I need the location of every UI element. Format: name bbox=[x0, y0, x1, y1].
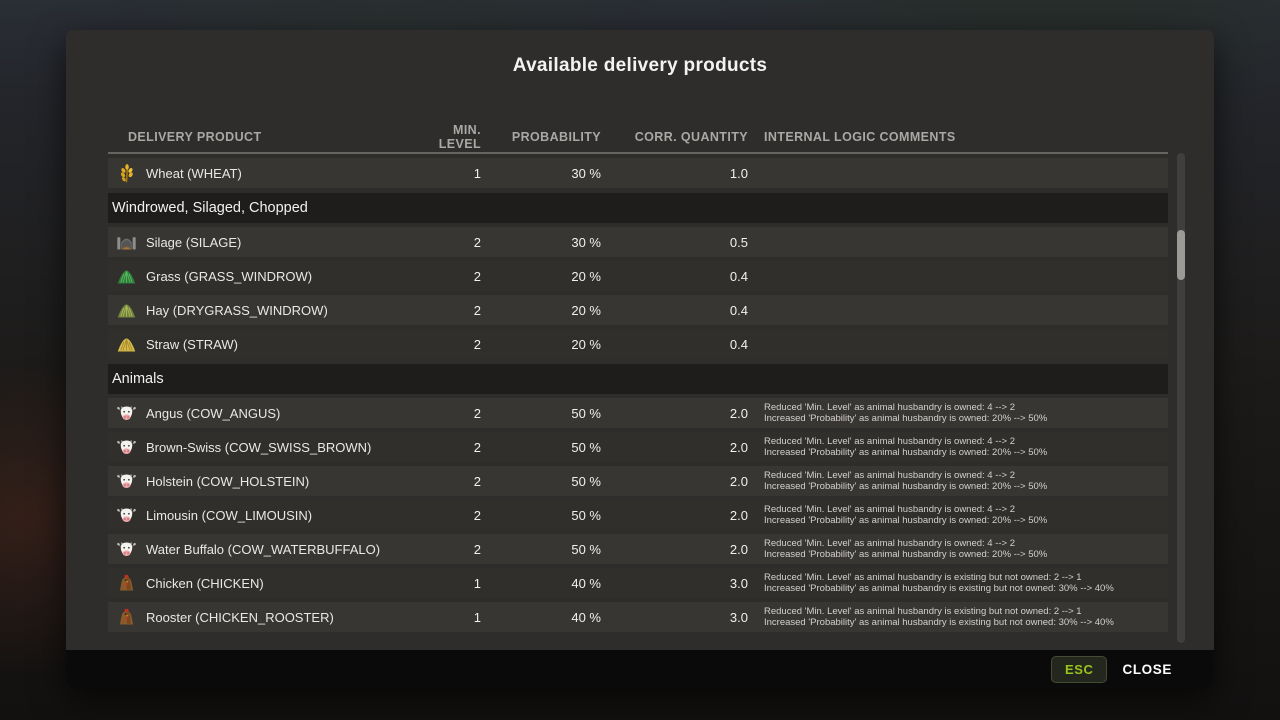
product-icon bbox=[116, 573, 137, 594]
column-header-min-level: MIN. LEVEL bbox=[408, 123, 481, 151]
internal-logic-comments: Reduced 'Min. Level' as animal husbandry… bbox=[748, 538, 1168, 561]
table-row: Holstein (COW_HOLSTEIN) 2 50 % 2.0 Reduc… bbox=[108, 466, 1168, 496]
table-row: Water Buffalo (COW_WATERBUFFALO) 2 50 % … bbox=[108, 534, 1168, 564]
table-row: Rooster (CHICKEN_ROOSTER) 1 40 % 3.0 Red… bbox=[108, 602, 1168, 632]
probability-value: 20 % bbox=[481, 303, 601, 318]
internal-logic-comments: Reduced 'Min. Level' as animal husbandry… bbox=[748, 402, 1168, 425]
table-row: Straw (STRAW) 2 20 % 0.4 bbox=[108, 329, 1168, 359]
probability-value: 50 % bbox=[481, 474, 601, 489]
product-icon bbox=[116, 300, 137, 321]
corr-quantity-value: 3.0 bbox=[601, 610, 748, 625]
probability-value: 50 % bbox=[481, 508, 601, 523]
table-row: Grass (GRASS_WINDROW) 2 20 % 0.4 bbox=[108, 261, 1168, 291]
column-header-corr-quantity: CORR. QUANTITY bbox=[601, 130, 748, 144]
probability-value: 30 % bbox=[481, 166, 601, 181]
probability-value: 30 % bbox=[481, 235, 601, 250]
product-icon bbox=[116, 539, 137, 560]
probability-value: 50 % bbox=[481, 406, 601, 421]
product-icon bbox=[116, 163, 137, 184]
probability-value: 40 % bbox=[481, 610, 601, 625]
product-name: Chicken (CHICKEN) bbox=[146, 576, 264, 591]
corr-quantity-value: 1.0 bbox=[601, 166, 748, 181]
probability-value: 50 % bbox=[481, 542, 601, 557]
table-row: Hay (DRYGRASS_WINDROW) 2 20 % 0.4 bbox=[108, 295, 1168, 325]
close-button[interactable]: CLOSE bbox=[1122, 662, 1172, 677]
corr-quantity-value: 2.0 bbox=[601, 508, 748, 523]
product-name: Hay (DRYGRASS_WINDROW) bbox=[146, 303, 328, 318]
min-level-value: 2 bbox=[408, 269, 481, 284]
table-header-row: DELIVERY PRODUCT MIN. LEVEL PROBABILITY … bbox=[108, 122, 1168, 154]
probability-value: 40 % bbox=[481, 576, 601, 591]
dialog-title: Available delivery products bbox=[66, 55, 1214, 77]
corr-quantity-value: 3.0 bbox=[601, 576, 748, 591]
product-name: Water Buffalo (COW_WATERBUFFALO) bbox=[146, 542, 380, 557]
dialog-footer: ESC CLOSE bbox=[66, 650, 1214, 688]
internal-logic-comments: Reduced 'Min. Level' as animal husbandry… bbox=[748, 572, 1168, 595]
product-name: Angus (COW_ANGUS) bbox=[146, 406, 280, 421]
table-row: Angus (COW_ANGUS) 2 50 % 2.0 Reduced 'Mi… bbox=[108, 398, 1168, 428]
section-header: Windrowed, Silaged, Chopped bbox=[108, 193, 1168, 223]
section-header: Animals bbox=[108, 364, 1168, 394]
min-level-value: 2 bbox=[408, 542, 481, 557]
min-level-value: 2 bbox=[408, 474, 481, 489]
min-level-value: 1 bbox=[408, 610, 481, 625]
product-name: Straw (STRAW) bbox=[146, 337, 238, 352]
probability-value: 50 % bbox=[481, 440, 601, 455]
table-row: Silage (SILAGE) 2 30 % 0.5 bbox=[108, 227, 1168, 257]
table-row: Wheat (WHEAT) 1 30 % 1.0 bbox=[108, 158, 1168, 188]
corr-quantity-value: 0.4 bbox=[601, 303, 748, 318]
corr-quantity-value: 0.4 bbox=[601, 337, 748, 352]
section-label: Animals bbox=[112, 371, 164, 387]
corr-quantity-value: 0.5 bbox=[601, 235, 748, 250]
column-header-delivery-product: DELIVERY PRODUCT bbox=[108, 130, 408, 144]
min-level-value: 2 bbox=[408, 406, 481, 421]
min-level-value: 2 bbox=[408, 508, 481, 523]
probability-value: 20 % bbox=[481, 269, 601, 284]
column-header-internal-logic-comments: INTERNAL LOGIC COMMENTS bbox=[748, 130, 1168, 144]
product-name: Grass (GRASS_WINDROW) bbox=[146, 269, 312, 284]
probability-value: 20 % bbox=[481, 337, 601, 352]
scrollbar-thumb[interactable] bbox=[1177, 230, 1185, 280]
product-name: Silage (SILAGE) bbox=[146, 235, 241, 250]
product-name: Limousin (COW_LIMOUSIN) bbox=[146, 508, 312, 523]
product-icon bbox=[116, 232, 137, 253]
product-icon bbox=[116, 403, 137, 424]
product-icon bbox=[116, 505, 137, 526]
product-icon bbox=[116, 471, 137, 492]
product-name: Wheat (WHEAT) bbox=[146, 166, 242, 181]
table-row: Chicken (CHICKEN) 1 40 % 3.0 Reduced 'Mi… bbox=[108, 568, 1168, 598]
internal-logic-comments: Reduced 'Min. Level' as animal husbandry… bbox=[748, 436, 1168, 459]
internal-logic-comments: Reduced 'Min. Level' as animal husbandry… bbox=[748, 470, 1168, 493]
min-level-value: 2 bbox=[408, 303, 481, 318]
delivery-products-dialog: Available delivery products DELIVERY PRO… bbox=[66, 30, 1214, 688]
section-label: Windrowed, Silaged, Chopped bbox=[112, 200, 308, 216]
column-header-probability: PROBABILITY bbox=[481, 130, 601, 144]
internal-logic-comments: Reduced 'Min. Level' as animal husbandry… bbox=[748, 504, 1168, 527]
delivery-products-table: DELIVERY PRODUCT MIN. LEVEL PROBABILITY … bbox=[108, 122, 1168, 671]
min-level-value: 2 bbox=[408, 440, 481, 455]
product-icon bbox=[116, 607, 137, 628]
min-level-value: 1 bbox=[408, 166, 481, 181]
table-row: Limousin (COW_LIMOUSIN) 2 50 % 2.0 Reduc… bbox=[108, 500, 1168, 530]
esc-key-button[interactable]: ESC bbox=[1051, 656, 1108, 683]
product-name: Brown-Swiss (COW_SWISS_BROWN) bbox=[146, 440, 371, 455]
scrollbar[interactable] bbox=[1177, 153, 1185, 643]
min-level-value: 2 bbox=[408, 235, 481, 250]
product-icon bbox=[116, 334, 137, 355]
product-name: Rooster (CHICKEN_ROOSTER) bbox=[146, 610, 334, 625]
internal-logic-comments: Reduced 'Min. Level' as animal husbandry… bbox=[748, 606, 1168, 629]
min-level-value: 1 bbox=[408, 576, 481, 591]
product-icon bbox=[116, 266, 137, 287]
table-row: Brown-Swiss (COW_SWISS_BROWN) 2 50 % 2.0… bbox=[108, 432, 1168, 462]
corr-quantity-value: 2.0 bbox=[601, 406, 748, 421]
product-icon bbox=[116, 437, 137, 458]
min-level-value: 2 bbox=[408, 337, 481, 352]
corr-quantity-value: 0.4 bbox=[601, 269, 748, 284]
product-name: Holstein (COW_HOLSTEIN) bbox=[146, 474, 309, 489]
corr-quantity-value: 2.0 bbox=[601, 542, 748, 557]
corr-quantity-value: 2.0 bbox=[601, 474, 748, 489]
corr-quantity-value: 2.0 bbox=[601, 440, 748, 455]
table-body: Wheat (WHEAT) 1 30 % 1.0 Windrowed, Sila… bbox=[108, 158, 1168, 632]
